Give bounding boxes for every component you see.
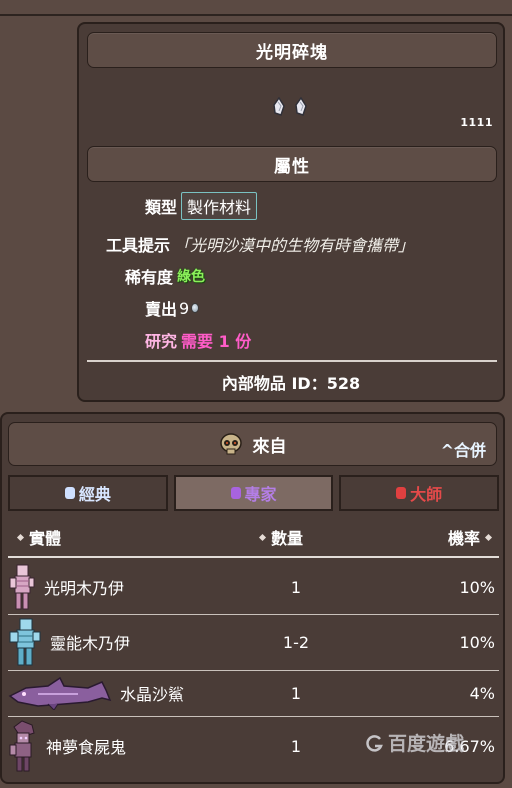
dreamer-ghoul-icon xyxy=(9,720,35,772)
npc-cell: 光明木乃伊 xyxy=(8,563,124,611)
properties-bar: 屬性 xyxy=(87,146,497,182)
type-value[interactable]: 製作材料 xyxy=(181,192,258,220)
classic-mode-icon xyxy=(64,487,75,499)
row-divider xyxy=(8,614,499,615)
npc-cell: 水晶沙鯊 xyxy=(8,676,184,710)
qty-cell: 1 xyxy=(290,683,302,703)
rate-cell: 10% xyxy=(459,577,495,597)
crystal-sand-shark-icon xyxy=(8,676,112,710)
npc-cell: 神夢食屍鬼 xyxy=(8,719,126,773)
watermark-text: 百度遊戲 xyxy=(388,733,465,755)
silver-coin-icon xyxy=(191,303,200,313)
row-divider xyxy=(8,670,499,671)
stack-count: 1111 xyxy=(460,116,493,129)
item-infobox: 光明碎塊 1111 屬性 類型 製作材料 工具提示 「光明沙漠中的生物有時會攜帶… xyxy=(77,22,505,402)
npc-link[interactable]: 靈能木乃伊 xyxy=(50,630,130,654)
row-divider xyxy=(8,716,499,717)
table-header: 實體 數量 機率 xyxy=(8,522,499,552)
rarity-value: 綠色 xyxy=(177,269,206,285)
header-divider xyxy=(8,556,499,558)
rate-cell: 10% xyxy=(459,632,495,652)
type-label: 類型 xyxy=(145,198,178,217)
rate-cell: 4% xyxy=(469,683,495,703)
table-row: 靈能木乃伊 1-2 10% xyxy=(8,616,499,668)
col-npc-label: 實體 xyxy=(29,529,62,548)
qty-cell: 1 xyxy=(290,736,302,756)
rarity-label: 稀有度 xyxy=(125,268,174,287)
tooltip-label: 工具提示 xyxy=(106,236,171,255)
source-header: 來自 ^合併 xyxy=(8,422,497,466)
npc-link[interactable]: 光明木乃伊 xyxy=(44,575,124,599)
research-value: 需要 1 份 xyxy=(181,332,252,351)
qty-cell: 1 xyxy=(290,577,302,597)
item-sprites xyxy=(265,96,315,118)
col-rate-label: 機率 xyxy=(447,529,480,548)
research-row: 研究 需要 1 份 xyxy=(145,328,251,352)
sort-icon xyxy=(258,533,267,541)
col-npc[interactable]: 實體 xyxy=(12,525,61,549)
properties-title: 屬性 xyxy=(274,156,310,177)
collapse-link[interactable]: ^合併 xyxy=(441,437,486,461)
sort-icon xyxy=(16,533,25,541)
item-title-bar: 光明碎塊 xyxy=(87,32,497,68)
light-shard-icon xyxy=(295,97,307,116)
divider xyxy=(87,360,497,362)
watermark: 百度遊戲 xyxy=(364,729,464,756)
tab-master[interactable]: 大師 xyxy=(339,475,500,511)
top-frame xyxy=(0,0,512,16)
expert-mode-icon xyxy=(230,487,241,499)
item-id: 內部物品 ID：528 xyxy=(221,374,361,393)
tab-expert[interactable]: 專家 xyxy=(173,475,334,511)
tab-label: 大師 xyxy=(410,485,443,504)
npc-cell: 靈能木乃伊 xyxy=(8,617,130,667)
type-row: 類型 製作材料 xyxy=(145,192,258,220)
ghost-mummy-icon xyxy=(9,618,41,666)
sell-row: 賣出 9 xyxy=(145,296,200,320)
npc-link[interactable]: 水晶沙鯊 xyxy=(120,681,184,705)
sell-value: 9 xyxy=(179,298,190,318)
qty-cell: 1-2 xyxy=(282,632,310,652)
tooltip-text: 「光明沙漠中的生物有時會攜帶」 xyxy=(174,236,415,255)
sort-icon xyxy=(484,533,493,541)
light-mummy-icon xyxy=(9,564,35,610)
sell-label: 賣出 xyxy=(145,300,178,319)
table-row: 水晶沙鯊 1 4% xyxy=(8,672,499,714)
baidu-logo-icon xyxy=(366,734,383,752)
col-qty-label: 數量 xyxy=(271,529,304,548)
rarity-row: 稀有度 綠色 xyxy=(125,264,205,288)
master-mode-icon xyxy=(396,487,407,499)
col-qty[interactable]: 數量 xyxy=(254,525,303,549)
tooltip-row: 工具提示 「光明沙漠中的生物有時會攜帶」 xyxy=(106,232,414,256)
table-row: 光明木乃伊 1 10% xyxy=(8,562,499,612)
tab-label: 經典 xyxy=(78,485,111,504)
skull-icon xyxy=(219,433,242,455)
left-margin xyxy=(0,16,78,402)
light-shard-icon xyxy=(273,97,285,116)
research-label: 研究 xyxy=(145,332,178,351)
item-title: 光明碎塊 xyxy=(256,42,328,63)
col-rate[interactable]: 機率 xyxy=(448,525,497,549)
npc-link[interactable]: 神夢食屍鬼 xyxy=(46,734,126,758)
source-title: 來自 xyxy=(252,436,287,457)
difficulty-tabs: 經典 專家 大師 xyxy=(8,475,500,511)
tab-label: 專家 xyxy=(244,485,277,504)
tab-classic[interactable]: 經典 xyxy=(8,475,168,511)
